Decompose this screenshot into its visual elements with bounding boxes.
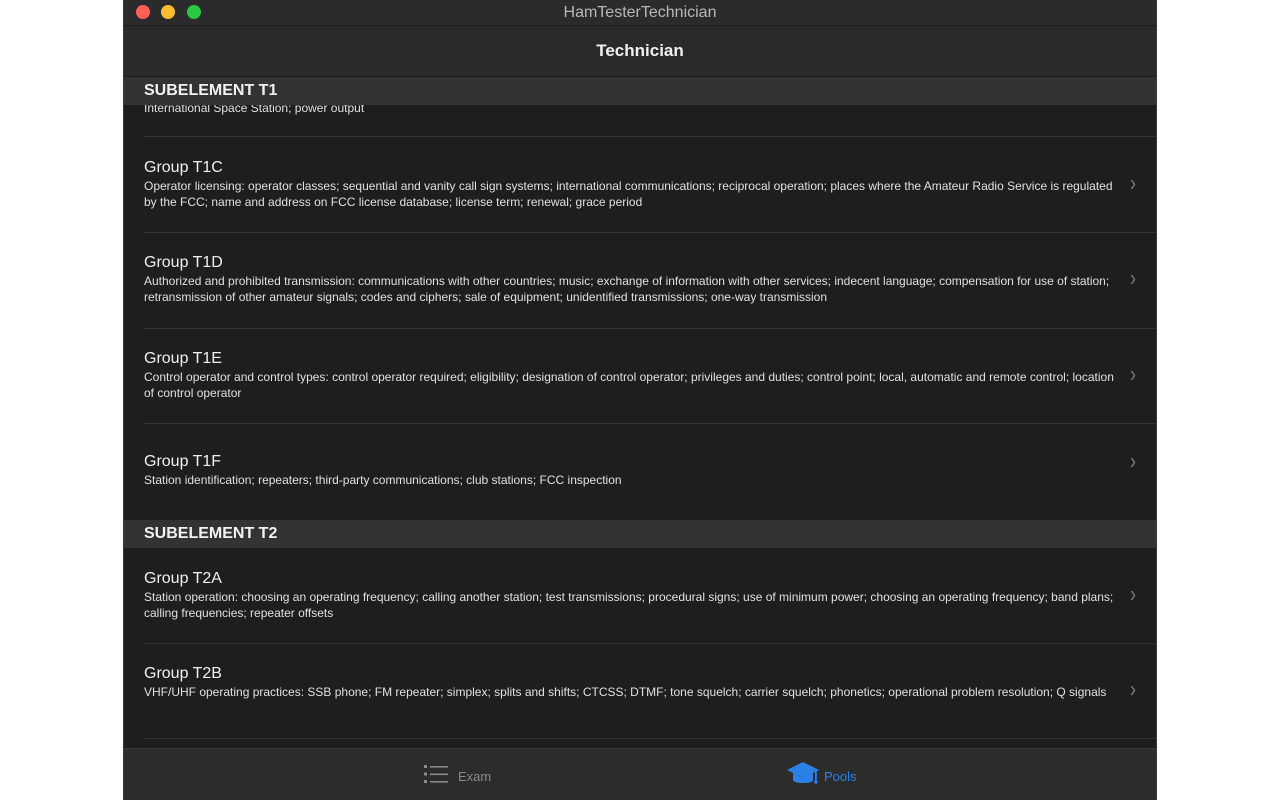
app-window: HamTesterTechnician Technician Internati… bbox=[124, 0, 1156, 800]
list-item-group-t1e[interactable]: Group T1E Control operator and control t… bbox=[124, 350, 1156, 440]
tab-pools[interactable]: Pools bbox=[784, 749, 904, 800]
list-item-title: Group T1C bbox=[144, 159, 223, 176]
tab-exam[interactable]: Exam bbox=[424, 749, 524, 800]
section-header-t1: SUBELEMENT T1 bbox=[124, 77, 1156, 105]
row-divider bbox=[144, 643, 1156, 644]
list-item-description: Operator licensing: operator classes; se… bbox=[144, 179, 1113, 209]
list-item-title: Group T2B bbox=[144, 665, 222, 682]
navigation-bar: Technician bbox=[124, 26, 1156, 77]
list-item-group-t1f[interactable]: Group T1F Station identification; repeat… bbox=[124, 448, 1156, 513]
list-item-group-t2a[interactable]: Group T2A Station operation: choosing an… bbox=[124, 570, 1156, 660]
tab-pools-label: Pools bbox=[824, 769, 857, 784]
chevron-right-icon: › bbox=[1130, 675, 1136, 702]
chevron-right-icon: › bbox=[1130, 264, 1136, 291]
row-divider bbox=[144, 328, 1156, 329]
chevron-right-icon: › bbox=[1130, 580, 1136, 607]
tab-exam-label: Exam bbox=[458, 769, 492, 784]
list-item-description: Station operation: choosing an operating… bbox=[144, 590, 1114, 620]
list-item-title: Group T1D bbox=[144, 254, 223, 271]
list-item-group-t1c[interactable]: Group T1C Operator licensing: operator c… bbox=[124, 159, 1156, 249]
list-icon bbox=[424, 765, 448, 783]
list-item-title: Group T1E bbox=[144, 350, 222, 367]
chevron-right-icon: › bbox=[1130, 169, 1136, 196]
window-title: HamTesterTechnician bbox=[563, 4, 717, 21]
list-item-group-t1d[interactable]: Group T1D Authorized and prohibited tran… bbox=[124, 254, 1156, 344]
row-divider bbox=[144, 136, 1156, 137]
list-item-description: Station identification; repeaters; third… bbox=[144, 473, 622, 487]
section-header-label: SUBELEMENT T1 bbox=[144, 82, 278, 99]
page-title: Technician bbox=[596, 41, 684, 60]
section-header-t2: SUBELEMENT T2 bbox=[124, 520, 1156, 548]
title-bar: HamTesterTechnician bbox=[124, 0, 1156, 26]
list-item-title: Group T1F bbox=[144, 453, 222, 470]
row-divider bbox=[144, 423, 1156, 424]
list-item-group-t2b[interactable]: Group T2B VHF/UHF operating practices: S… bbox=[124, 665, 1156, 748]
list-item-description: Authorized and prohibited transmission: … bbox=[144, 274, 1110, 304]
list-item-description: Control operator and control types: cont… bbox=[144, 370, 1114, 400]
list-item-title: Group T2A bbox=[144, 570, 222, 587]
chevron-right-icon: › bbox=[1130, 360, 1136, 387]
graduation-cap-icon bbox=[787, 762, 819, 784]
tab-bar: Exam Pools bbox=[124, 748, 1156, 800]
chevron-right-icon: › bbox=[1130, 447, 1136, 474]
row-divider bbox=[144, 738, 1156, 739]
list-item-description: VHF/UHF operating practices: SSB phone; … bbox=[144, 685, 1107, 699]
row-divider bbox=[144, 232, 1156, 233]
pool-list[interactable]: International Space Station; power outpu… bbox=[124, 77, 1156, 748]
section-header-label: SUBELEMENT T2 bbox=[144, 525, 278, 542]
